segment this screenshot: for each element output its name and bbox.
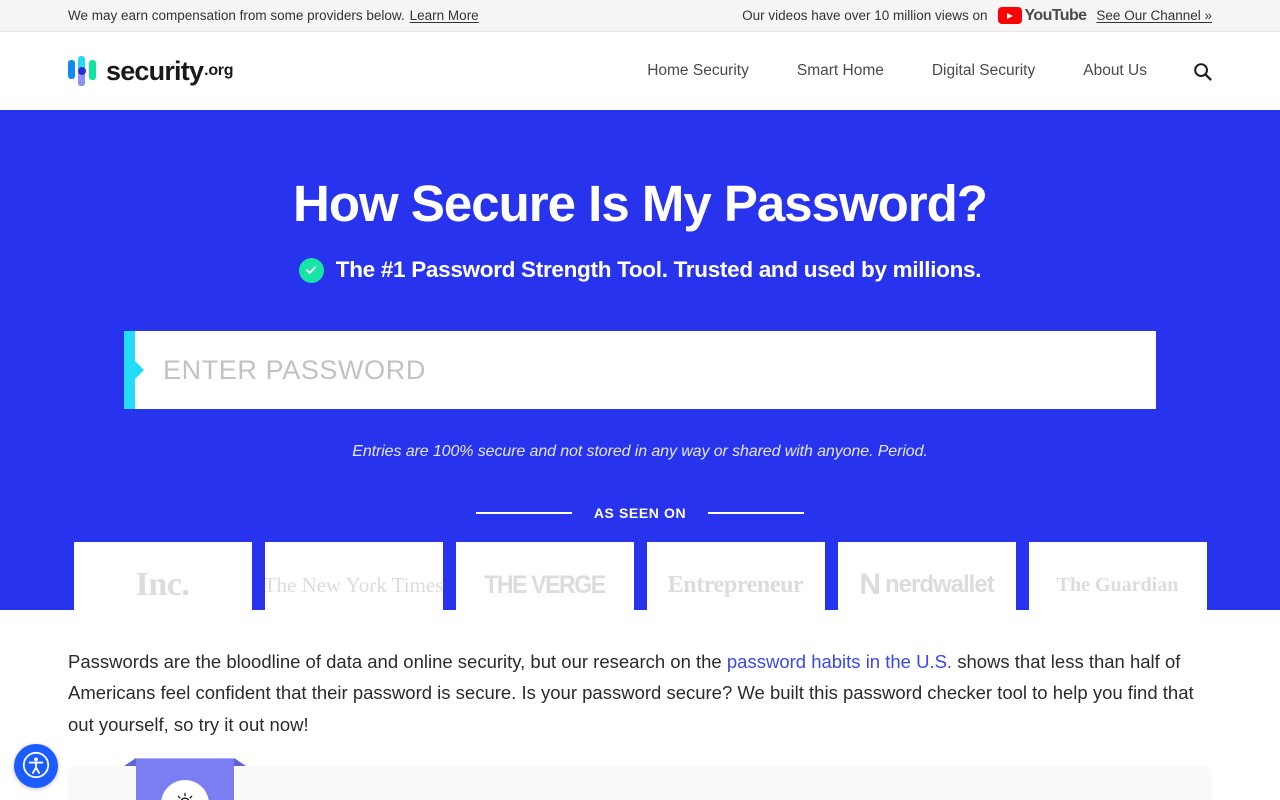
verified-check-icon <box>298 257 324 283</box>
accessibility-menu-button[interactable] <box>14 744 58 788</box>
press-logo-label: Inc. <box>135 566 190 604</box>
brand-name: security <box>106 55 204 86</box>
learn-more-link[interactable]: Learn More <box>410 8 479 23</box>
press-logo-guardian: The Guardian <box>1028 542 1207 610</box>
press-logo-entrepreneur: Entrepreneur <box>646 542 825 610</box>
privacy-note: Entries are 100% secure and not stored i… <box>352 443 928 461</box>
youtube-promo-text: Our videos have over 10 million views on <box>742 8 988 23</box>
press-logo-strip: Inc. The New York Times THE VERGE Entrep… <box>0 542 1280 610</box>
input-accent-arrow-icon <box>124 331 135 410</box>
nav-item-home-security[interactable]: Home Security <box>623 62 773 80</box>
press-logo-label: THE VERGE <box>484 570 606 599</box>
press-logo-nerdwallet: N nerdwallet <box>837 542 1016 610</box>
ribbon-notch-left <box>124 758 136 767</box>
youtube-promo: Our videos have over 10 million views on… <box>742 7 1212 25</box>
nav-item-digital-security[interactable]: Digital Security <box>908 62 1059 80</box>
hero-subtitle: The #1 Password Strength Tool. Trusted a… <box>0 257 1280 283</box>
password-habits-link[interactable]: password habits in the U.S. <box>727 651 952 672</box>
nav-item-about-us[interactable]: About Us <box>1059 62 1171 80</box>
intro-text-part1: Passwords are the bloodline of data and … <box>68 651 727 672</box>
press-logo-verge: THE VERGE <box>455 542 634 610</box>
page-title: How Secure Is My Password? <box>293 175 988 232</box>
divider-left <box>475 512 572 515</box>
as-seen-on-header: AS SEEN ON <box>0 505 1280 521</box>
main-navigation: security .org Home Security Smart Home D… <box>0 32 1280 110</box>
ribbon-notch-right <box>234 758 246 767</box>
utility-bar: We may earn compensation from some provi… <box>0 0 1280 32</box>
youtube-logo: YouTube <box>997 6 1087 25</box>
nav-links: Home Security Smart Home Digital Securit… <box>623 62 1212 81</box>
password-input[interactable] <box>135 331 1156 410</box>
site-logo[interactable]: security .org <box>68 55 234 87</box>
see-our-channel-link[interactable]: See Our Channel » <box>1096 8 1212 23</box>
password-input-group <box>124 331 1156 410</box>
press-logo-label: The New York Times <box>264 572 443 597</box>
disclosure-text: We may earn compensation from some provi… <box>68 8 405 23</box>
nav-item-smart-home[interactable]: Smart Home <box>773 62 908 80</box>
intro-paragraph: Passwords are the bloodline of data and … <box>68 646 1212 740</box>
nerdwallet-n-icon: N <box>859 568 881 602</box>
press-logo-nyt: The New York Times <box>264 542 443 610</box>
press-logo-label-wrap: N nerdwallet <box>859 568 995 602</box>
intro-content: Passwords are the bloodline of data and … <box>0 610 1280 740</box>
accessibility-person-icon <box>21 750 51 783</box>
youtube-wordmark: YouTube <box>1024 6 1087 24</box>
press-logo-label: Entrepreneur <box>667 571 804 598</box>
hero-section: How Secure Is My Password? The #1 Passwo… <box>0 110 1280 610</box>
security-org-mark-icon <box>68 56 98 86</box>
press-logo-label: The Guardian <box>1056 573 1179 596</box>
search-icon[interactable] <box>1193 62 1212 81</box>
youtube-play-icon <box>997 7 1022 24</box>
brand-tld: .org <box>204 62 234 79</box>
press-logo-label: nerdwallet <box>884 571 995 599</box>
as-seen-on-label: AS SEEN ON <box>593 505 687 522</box>
divider-right <box>708 512 805 515</box>
tip-card <box>68 758 1212 800</box>
hero-subtitle-text: The #1 Password Strength Tool. Trusted a… <box>335 257 982 283</box>
press-logo-inc: Inc. <box>73 542 252 610</box>
affiliate-disclosure: We may earn compensation from some provi… <box>68 8 479 23</box>
